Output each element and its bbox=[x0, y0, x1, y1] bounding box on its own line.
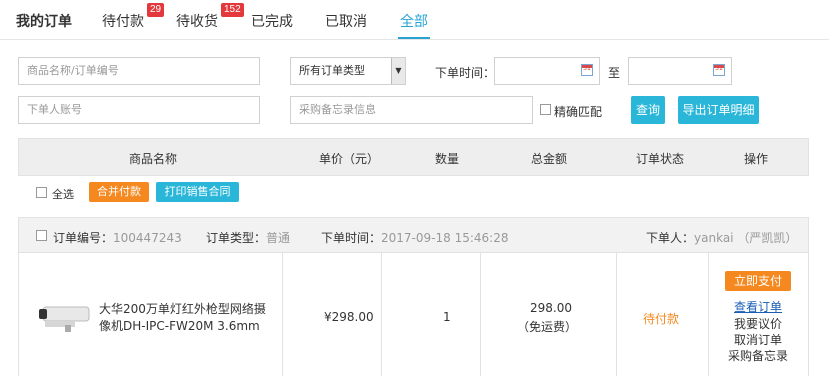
column-divider bbox=[480, 253, 481, 376]
order-row: 大华200万单灯红外枪型网络摄 像机DH-IPC-FW20M 3.6mm ¥29… bbox=[18, 253, 809, 376]
header-total: 总金额 bbox=[531, 152, 568, 166]
order-type-value: 所有订单类型 bbox=[299, 64, 365, 77]
product-name-line1[interactable]: 大华200万单灯红外枪型网络摄 bbox=[99, 300, 266, 317]
header-actions: 操作 bbox=[744, 152, 769, 166]
tab-pending-receipt[interactable]: 待收货 152 bbox=[176, 3, 244, 31]
header-status: 订单状态 bbox=[636, 152, 685, 166]
calendar-icon[interactable]: 31 bbox=[581, 64, 593, 76]
order-type-value: 普通 bbox=[266, 231, 291, 245]
column-divider bbox=[381, 253, 382, 376]
pending-payment-count-badge: 29 bbox=[147, 3, 165, 17]
tab-completed[interactable]: 已完成 bbox=[251, 11, 293, 31]
total-amount: 298.00 bbox=[530, 301, 572, 315]
print-sales-contract-button[interactable]: 打印销售合同 bbox=[156, 182, 239, 202]
exact-match-label: 精确匹配 bbox=[554, 105, 603, 119]
pay-now-button[interactable]: 立即支付 bbox=[725, 271, 791, 291]
calendar-icon[interactable]: 31 bbox=[713, 64, 725, 76]
buyer-label: 下单人： bbox=[646, 231, 695, 245]
start-date-input[interactable]: 31 bbox=[494, 57, 600, 85]
pending-receipt-count-badge: 152 bbox=[221, 3, 244, 17]
order-checkbox[interactable] bbox=[36, 230, 47, 241]
order-number-label: 订单编号： bbox=[53, 231, 114, 245]
purchase-memo-link[interactable]: 采购备忘录 bbox=[728, 347, 788, 364]
merge-payment-button[interactable]: 合并付款 bbox=[89, 182, 149, 202]
column-divider bbox=[708, 253, 709, 376]
order-status: 待付款 bbox=[643, 312, 680, 326]
date-range-separator: 至 bbox=[608, 66, 621, 80]
header-product-name: 商品名称 bbox=[129, 152, 178, 166]
export-order-details-button[interactable]: 导出订单明细 bbox=[678, 96, 759, 124]
product-camera-image[interactable] bbox=[35, 303, 99, 333]
tab-pending-payment[interactable]: 待付款 29 bbox=[102, 3, 165, 31]
query-button[interactable]: 查询 bbox=[631, 96, 665, 124]
tab-label: 待收货 bbox=[176, 14, 218, 30]
order-header: 订单编号：100447243 订单类型：普通 下单时间：2017-09-18 1… bbox=[18, 217, 809, 253]
order-time-value: 2017-09-18 15:46:28 bbox=[381, 231, 509, 245]
dropdown-arrow-icon[interactable]: ▼ bbox=[391, 58, 405, 84]
order-type: 订单类型：普通 bbox=[206, 229, 290, 246]
product-search-input[interactable]: 商品名称/订单编号 bbox=[18, 57, 260, 85]
header-quantity: 数量 bbox=[435, 152, 460, 166]
select-all-checkbox[interactable] bbox=[36, 187, 47, 198]
order-tabs: 我的订单 待付款 29 待收货 152 已完成 已取消 全部 bbox=[0, 0, 829, 40]
tab-all[interactable]: 全部 bbox=[400, 11, 428, 31]
column-divider bbox=[616, 253, 617, 376]
shipping-note: （免运费） bbox=[517, 320, 578, 334]
purchase-memo-input[interactable]: 采购备忘录信息 bbox=[290, 96, 533, 124]
order-time-label: 下单时间： bbox=[321, 231, 382, 245]
negotiate-price-link[interactable]: 我要议价 bbox=[734, 315, 782, 332]
view-order-link[interactable]: 查看订单 bbox=[734, 298, 782, 315]
exact-match-checkbox[interactable] bbox=[540, 104, 551, 115]
buyer-value: yankai （严凯凯） bbox=[694, 231, 798, 245]
order-type-select[interactable]: 所有订单类型 ▼ bbox=[290, 57, 406, 85]
tab-cancelled[interactable]: 已取消 bbox=[325, 11, 367, 31]
page-title: 我的订单 bbox=[16, 14, 72, 30]
product-name-line2[interactable]: 像机DH-IPC-FW20M 3.6mm bbox=[99, 317, 260, 334]
end-date-input[interactable]: 31 bbox=[628, 57, 732, 85]
buyer-account-input[interactable]: 下单人账号 bbox=[18, 96, 260, 124]
unit-price: ¥298.00 bbox=[324, 310, 374, 324]
active-tab-indicator bbox=[398, 37, 430, 39]
order-type-label: 订单类型： bbox=[206, 231, 267, 245]
order-buyer: 下单人：yankai （严凯凯） bbox=[646, 229, 797, 246]
cancel-order-link[interactable]: 取消订单 bbox=[734, 331, 782, 348]
header-unit-price: 单价（元） bbox=[319, 152, 380, 166]
select-all-label: 全选 bbox=[52, 188, 74, 201]
order-number: 订单编号：100447243 bbox=[53, 229, 182, 246]
order-number-value: 100447243 bbox=[113, 231, 182, 245]
order-table-header: 商品名称 单价（元） 数量 总金额 订单状态 操作 bbox=[18, 138, 809, 176]
tab-label: 待付款 bbox=[102, 14, 144, 30]
order-time: 下单时间：2017-09-18 15:46:28 bbox=[321, 229, 508, 246]
column-divider bbox=[282, 253, 283, 376]
quantity: 1 bbox=[443, 310, 451, 324]
order-time-label: 下单时间： bbox=[435, 66, 496, 80]
